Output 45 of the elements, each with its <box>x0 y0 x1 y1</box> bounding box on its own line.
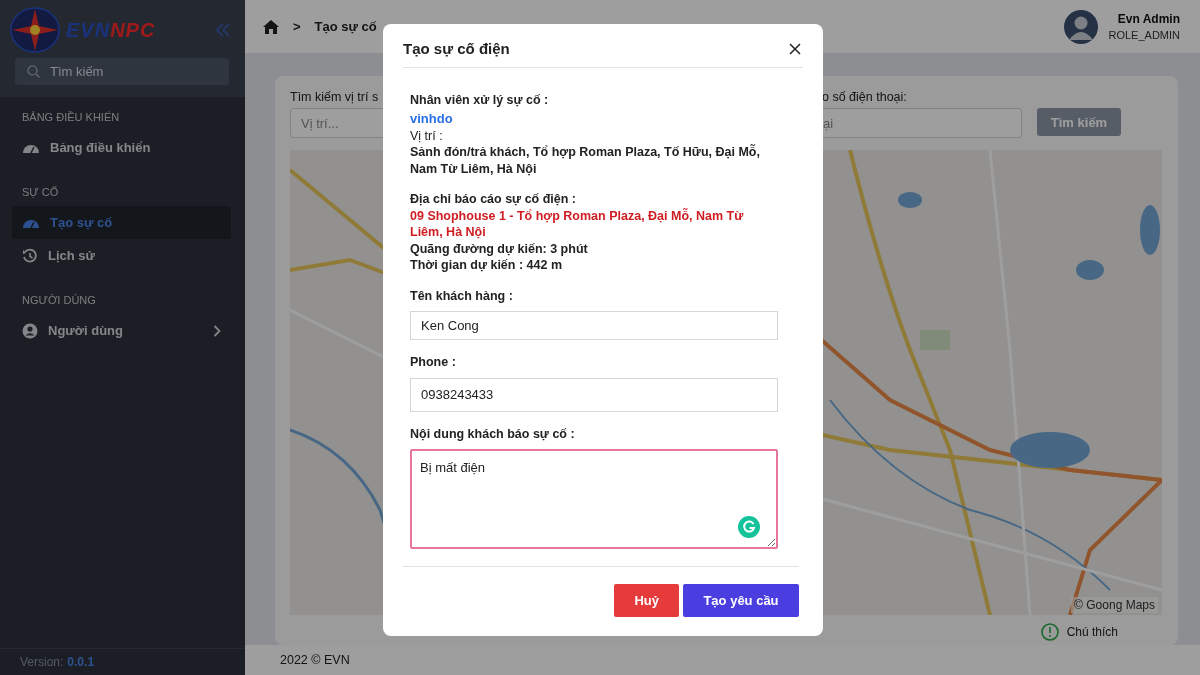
nav-item[interactable]: Bảng điều khiển <box>12 131 231 164</box>
field-label: Tên khách hàng : <box>410 287 514 304</box>
create-request-button[interactable]: Tạo yêu cầu <box>683 584 799 617</box>
close-icon <box>789 42 801 55</box>
duration-text: Thời gian dự kiến : 442 m <box>410 257 563 274</box>
version-number: 0.0.1 <box>67 655 95 669</box>
search-icon <box>27 65 40 78</box>
user-role: ROLE_ADMIN <box>1108 29 1180 41</box>
report-address: 09 Shophouse 1 - Tổ hợp Roman Plaza, Đại Mỗ, Nam Từ Liêm, Hà Nội <box>410 207 745 241</box>
location-search-label: Tìm kiếm vị trí s <box>290 90 379 104</box>
nav-section-title: NGƯỜI DÙNG <box>21 294 97 306</box>
field-label: Phone : <box>410 354 457 371</box>
nav-section-title: BẢNG ĐIỀU KHIỂN <box>21 111 121 123</box>
description-field[interactable]: Bị mất điện <box>410 449 778 549</box>
text-input[interactable]: Ken Cong <box>410 311 778 340</box>
breadcrumb-item[interactable]: Tạo sự cố <box>314 19 377 34</box>
history-icon <box>22 247 38 264</box>
location-label: Vị trí : <box>410 127 444 144</box>
staff-label: Nhân viên xử lý sự cố : <box>410 92 550 109</box>
footer-copyright: 2022 © EVN <box>280 653 350 667</box>
info-icon[interactable] <box>1040 623 1059 641</box>
nav-section-title: SỰ CỐ <box>21 186 60 198</box>
home-icon[interactable] <box>263 19 279 34</box>
version-label: Version: <box>20 655 64 669</box>
user-name: Evn Admin <box>1117 12 1180 26</box>
staff-name: vinhdo <box>410 109 454 128</box>
star-logo-icon <box>10 7 60 53</box>
cancel-button[interactable]: Huỷ <box>614 584 679 617</box>
location-text: Sảnh đón/trả khách, Tổ hợp Roman Plaza, Tố Hữu, Đại Mỗ, Nam Từ Liêm, Hà Nội <box>410 144 761 177</box>
user-icon <box>22 322 38 339</box>
distance-text: Quãng đường dự kiến: 3 phút <box>410 240 589 257</box>
text-input[interactable]: 0938243433 <box>410 377 778 412</box>
avatar-icon[interactable] <box>1064 9 1099 44</box>
close-button[interactable] <box>787 40 803 57</box>
modal-title: Tạo sự cố điện <box>403 40 510 57</box>
company-logo-text: EVNNPC <box>66 18 156 42</box>
phone-search-label: o số điện thoại: <box>822 90 907 104</box>
field-label: Nội dung khách báo sự cố : <box>410 425 576 442</box>
report-address-label: Địa chỉ báo cáo sự cố điện : <box>410 191 578 208</box>
nav-item[interactable]: Lịch sử <box>12 239 231 272</box>
nav-item[interactable]: Người dùng <box>12 314 231 347</box>
legend-label[interactable]: Chú thích <box>1066 625 1118 639</box>
search-field[interactable]: Tìm kiếm <box>15 58 229 85</box>
breadcrumb-separator: > <box>293 19 301 34</box>
phone-input[interactable]: ại <box>822 108 1022 138</box>
